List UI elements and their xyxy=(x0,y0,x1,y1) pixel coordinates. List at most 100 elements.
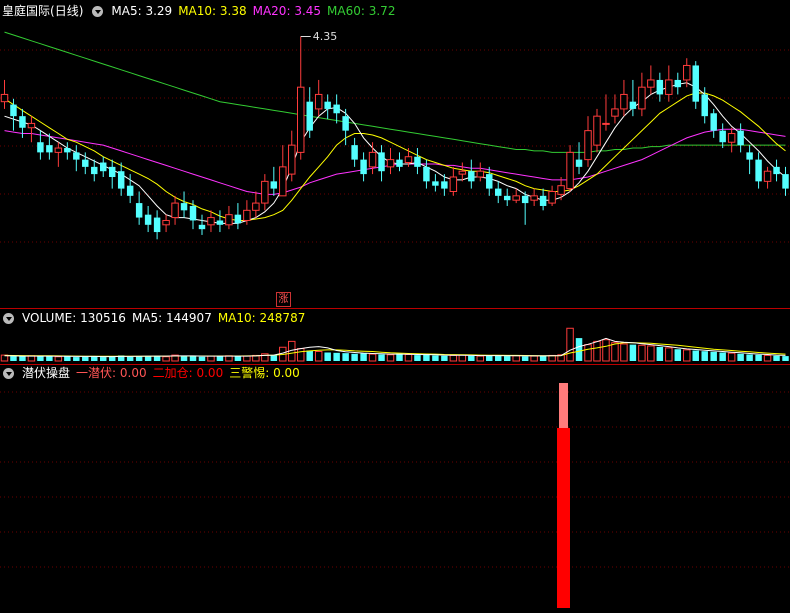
signal-bar-cap xyxy=(559,383,568,428)
volume-bar xyxy=(162,356,170,362)
candle-body xyxy=(135,203,143,218)
volume-bar xyxy=(314,351,323,362)
candle-body xyxy=(180,203,188,211)
candle-body xyxy=(710,113,717,131)
candle-body xyxy=(314,93,323,110)
candle-body xyxy=(324,101,331,109)
candle-body xyxy=(297,86,305,153)
signal-bar xyxy=(557,428,570,608)
candle-body xyxy=(243,209,251,221)
candle-body xyxy=(91,166,98,175)
volume-bar xyxy=(386,354,395,362)
candle-body xyxy=(620,93,628,110)
volume-bar xyxy=(486,355,493,361)
volume-bar xyxy=(755,354,762,361)
candle-body xyxy=(279,166,287,197)
indicator-panel[interactable]: 潜伏操盘 一潜伏: 0.00 二加仓: 0.00 三警惕: 0.00 xyxy=(0,365,790,613)
volume-bar xyxy=(476,355,485,362)
volume-bar xyxy=(566,327,574,362)
volume-bar xyxy=(216,356,224,361)
volume-bar xyxy=(638,344,646,362)
volume-bar xyxy=(198,356,206,361)
candle-body xyxy=(566,151,574,190)
candle-body xyxy=(575,159,583,167)
candle-body xyxy=(171,202,179,219)
collapse-icon[interactable] xyxy=(92,5,104,17)
candle-body xyxy=(126,185,134,196)
candle-body xyxy=(683,64,691,81)
candle-body xyxy=(144,214,152,225)
volume-bar xyxy=(521,356,529,361)
candle-body xyxy=(396,159,403,167)
candle-body xyxy=(476,170,485,178)
volume-bar xyxy=(73,357,80,361)
candle-body xyxy=(674,79,682,88)
candle-body xyxy=(153,217,161,233)
volume-bar xyxy=(593,340,601,362)
peak-price-label: 4.35 xyxy=(312,30,338,44)
price-panel[interactable]: 皇庭国际 (日线) MA5: 3.29 MA10: 3.38 MA20: 3.45… xyxy=(0,0,790,308)
volume-bar xyxy=(539,355,547,361)
candle-body xyxy=(701,94,708,117)
volume-bar xyxy=(763,354,772,362)
candle-body xyxy=(629,101,637,109)
price-chart[interactable] xyxy=(0,0,790,308)
candle-body xyxy=(647,79,655,88)
indicator-chart[interactable] xyxy=(0,365,790,613)
indicator-header: 潜伏操盘 一潜伏: 0.00 二加仓: 0.00 三警惕: 0.00 xyxy=(0,365,300,381)
volume-bar xyxy=(575,338,583,361)
candle-body xyxy=(0,93,9,103)
volume-panel[interactable]: VOLUME: 130516 MA5: 144907 MA10: 248787 xyxy=(0,309,790,364)
candle-body xyxy=(386,159,395,168)
candle-body xyxy=(486,174,493,189)
candle-body xyxy=(108,166,116,178)
volume-bar xyxy=(342,353,349,361)
collapse-icon[interactable] xyxy=(3,312,14,324)
indicator-title: 潜伏操盘 xyxy=(22,366,71,380)
candle-body xyxy=(746,152,753,160)
volume-bar xyxy=(530,355,538,362)
candle-body xyxy=(557,185,565,195)
volume-bar xyxy=(782,356,789,361)
volume-bar xyxy=(360,353,367,361)
candle-body xyxy=(360,159,367,175)
volume-bar xyxy=(495,355,502,361)
volume-bar xyxy=(54,356,63,362)
volume-bar xyxy=(82,356,89,361)
volume-bar xyxy=(727,352,736,362)
volume-bar xyxy=(135,356,143,361)
volume-bar xyxy=(683,349,691,362)
collapse-icon[interactable] xyxy=(3,367,14,379)
volume-bar xyxy=(180,356,188,361)
candle-body xyxy=(162,219,170,226)
volume-bar xyxy=(611,342,619,362)
volume-bar xyxy=(584,344,592,362)
candle-body xyxy=(64,148,71,153)
candle-body xyxy=(54,147,63,153)
candle-body xyxy=(593,115,601,146)
volume-bar xyxy=(692,350,699,361)
candle-body xyxy=(602,122,610,125)
candle-body xyxy=(432,181,439,186)
candle-body xyxy=(252,202,260,211)
ma20-legend: MA20: 3.45 xyxy=(252,4,322,18)
candle-body xyxy=(225,214,233,226)
limit-up-marker[interactable]: 涨 xyxy=(276,292,291,307)
volume-bar xyxy=(351,353,358,361)
volume-bar xyxy=(710,351,717,361)
candle-body xyxy=(37,142,44,153)
volume-bar xyxy=(414,355,421,361)
candle-body xyxy=(342,116,349,131)
volume-bar xyxy=(674,349,682,361)
vol-ma10-legend: MA10: 248787 xyxy=(217,311,306,325)
volume-bar xyxy=(126,356,134,361)
candle-body xyxy=(306,101,313,131)
volume-bar xyxy=(647,345,655,362)
candle-body xyxy=(10,104,17,117)
candle-body xyxy=(539,195,547,206)
volume-bar xyxy=(503,356,511,361)
ma5-legend: MA5: 3.29 xyxy=(111,4,173,18)
candle-body xyxy=(782,174,789,189)
volume-bar xyxy=(324,352,331,361)
candle-body xyxy=(423,166,430,182)
